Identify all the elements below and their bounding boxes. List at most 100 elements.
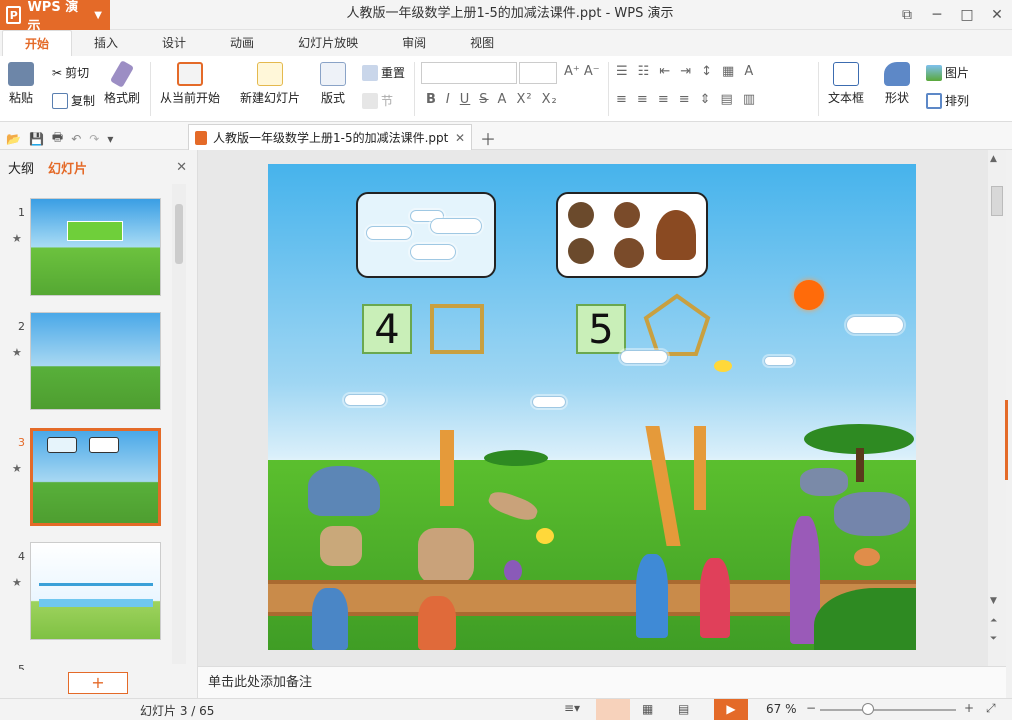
app-name: WPS 演示 <box>27 0 79 34</box>
maximize-button[interactable]: □ <box>952 0 982 30</box>
panel-toggle[interactable] <box>1005 400 1008 480</box>
undo-icon[interactable]: ↶ <box>71 132 81 146</box>
star-icon: ★ <box>12 232 22 245</box>
cloud-icon <box>532 396 566 408</box>
slide-thumbnail-selected[interactable] <box>30 428 161 526</box>
play-icon <box>177 62 203 86</box>
font-style-buttons[interactable]: B I U S A X² X₂ <box>426 92 558 107</box>
scroll-up-icon[interactable]: ▲ <box>990 154 997 164</box>
slide-thumbnail[interactable] <box>30 312 161 410</box>
status-bar: 幻灯片 3 / 65 ≡▾ ▦ ▤ ▶ 67 % − + ⤢ <box>0 698 1012 720</box>
tab-review[interactable]: 审阅 <box>380 30 448 56</box>
menu-tabs: 开始 插入 设计 动画 幻灯片放映 审阅 视图 <box>0 30 1012 56</box>
star-icon: ★ <box>12 576 22 589</box>
child-face-icon <box>614 238 644 268</box>
prev-slide-icon[interactable]: ⏶ <box>990 616 997 626</box>
close-tab-icon[interactable]: ✕ <box>455 131 465 145</box>
bird-icon <box>536 528 554 544</box>
grow-font-icon[interactable]: A⁺ A⁻ <box>564 64 600 79</box>
picture-button[interactable]: 图片 <box>926 64 969 81</box>
thumbnail-scrollbar[interactable] <box>172 184 186 664</box>
tab-design[interactable]: 设计 <box>140 30 208 56</box>
brush-icon <box>109 60 135 88</box>
print-icon[interactable]: 🖶 <box>52 128 63 149</box>
canvas-scrollbar[interactable]: ▲ ▼ ⏶ ⏷ <box>988 150 1008 666</box>
section-button[interactable]: 节 <box>362 92 393 109</box>
current-slide[interactable]: 4 5 <box>268 164 916 650</box>
font-size-select[interactable] <box>519 62 557 84</box>
align-buttons[interactable]: ≡ ≡ ≡ ≡ ⇕ ▤ ▥ <box>616 92 755 107</box>
close-panel-icon[interactable]: ✕ <box>176 160 187 175</box>
tab-view[interactable]: 视图 <box>448 30 516 56</box>
new-tab-button[interactable]: ＋ <box>480 126 496 150</box>
slide-thumb-row[interactable]: 1 ★ <box>0 198 175 306</box>
tree-trunk <box>856 448 864 482</box>
zoom-slider-thumb[interactable] <box>862 703 874 715</box>
zoom-out-icon[interactable]: − <box>806 701 816 715</box>
star-icon: ★ <box>12 462 22 475</box>
redo-icon[interactable]: ↷ <box>89 132 99 146</box>
zoom-slider[interactable] <box>820 709 956 711</box>
textbox-button[interactable]: 文本框 <box>828 62 864 106</box>
cloud-icon <box>366 226 412 240</box>
minimize-button[interactable]: ─ <box>922 0 952 30</box>
restore-window-icon[interactable]: ⧉ <box>892 0 922 30</box>
paste-button[interactable]: 粘贴 <box>8 62 34 106</box>
arrange-icon <box>926 92 942 109</box>
reading-view-icon[interactable]: ▤ <box>678 702 689 716</box>
number-card: 4 <box>362 304 412 354</box>
arrange-button[interactable]: 排列 <box>926 92 969 109</box>
monkey-icon <box>854 548 880 566</box>
cloud-icon <box>846 316 904 334</box>
cloud-icon <box>764 356 794 366</box>
tab-animation[interactable]: 动画 <box>208 30 276 56</box>
zoom-in-icon[interactable]: + <box>964 701 974 715</box>
copy-icon <box>52 92 68 109</box>
copy-button[interactable]: 复制 <box>52 92 95 109</box>
tab-slides[interactable]: 幻灯片 <box>48 158 87 177</box>
ppt-file-icon <box>195 130 207 145</box>
slide-thumb-row[interactable]: 2 ★ <box>0 312 175 420</box>
child-icon <box>312 588 348 650</box>
play-from-current-button[interactable]: 从当前开始 <box>160 62 220 106</box>
sorter-view-icon[interactable]: ▦ <box>642 702 653 716</box>
picture-icon <box>926 64 942 81</box>
tab-home[interactable]: 开始 <box>2 30 73 56</box>
scroll-down-icon[interactable]: ▼ <box>990 596 997 606</box>
play-slideshow-button[interactable]: ▶ <box>714 699 748 720</box>
list-buttons[interactable]: ☰ ☷ ⇤ ⇥ ↕ ▦ A <box>616 64 753 79</box>
title-bar: P WPS 演示 ▼ 人教版一年级数学上册1-5的加减法课件.ppt - WPS… <box>0 0 1012 34</box>
layout-button[interactable]: 版式 <box>320 62 346 106</box>
save-icon[interactable]: 💾 <box>29 132 44 146</box>
normal-view-icon[interactable] <box>596 699 630 720</box>
font-name-select[interactable] <box>421 62 517 84</box>
quick-tools[interactable]: 📂 💾 🖶 ↶ ↷ ▾ <box>6 128 113 149</box>
slide-thumbnail[interactable] <box>30 542 161 640</box>
document-tab[interactable]: 人教版一年级数学上册1-5的加减法课件.ppt ✕ <box>188 124 472 150</box>
cloud-icon <box>410 244 456 260</box>
next-slide-icon[interactable]: ⏷ <box>990 634 997 644</box>
notes-toggle-icon[interactable]: ≡▾ <box>564 701 580 715</box>
reset-button[interactable]: 重置 <box>362 64 405 81</box>
shape-button[interactable]: 形状 <box>884 62 910 106</box>
new-slide-button[interactable]: 新建幻灯片 <box>240 62 300 106</box>
slide-thumb-row[interactable]: 4 ★ <box>0 542 175 650</box>
slide-thumb-row[interactable]: 3 ★ <box>0 428 175 536</box>
chevron-down-icon[interactable]: ▾ <box>107 132 113 146</box>
close-button[interactable]: ✕ <box>982 0 1012 30</box>
square-shape <box>430 304 484 354</box>
fit-window-icon[interactable]: ⤢ <box>986 701 996 716</box>
app-menu-button[interactable]: P WPS 演示 ▼ <box>0 0 110 34</box>
scroll-thumb[interactable] <box>991 186 1003 216</box>
tab-outline[interactable]: 大纲 <box>8 158 34 177</box>
add-slide-button[interactable]: + <box>68 672 128 694</box>
format-painter-button[interactable]: 格式刷 <box>104 60 140 106</box>
child-icon <box>700 558 730 638</box>
slide-thumb-row[interactable]: 5 <box>0 664 175 670</box>
slide-thumbnail[interactable] <box>30 198 161 296</box>
tab-insert[interactable]: 插入 <box>72 30 140 56</box>
tab-slideshow[interactable]: 幻灯片放映 <box>276 30 380 56</box>
open-icon[interactable]: 📂 <box>6 132 21 146</box>
notes-pane[interactable]: 单击此处添加备注 <box>198 666 1006 698</box>
cut-button[interactable]: ✂ 剪切 <box>52 64 89 81</box>
